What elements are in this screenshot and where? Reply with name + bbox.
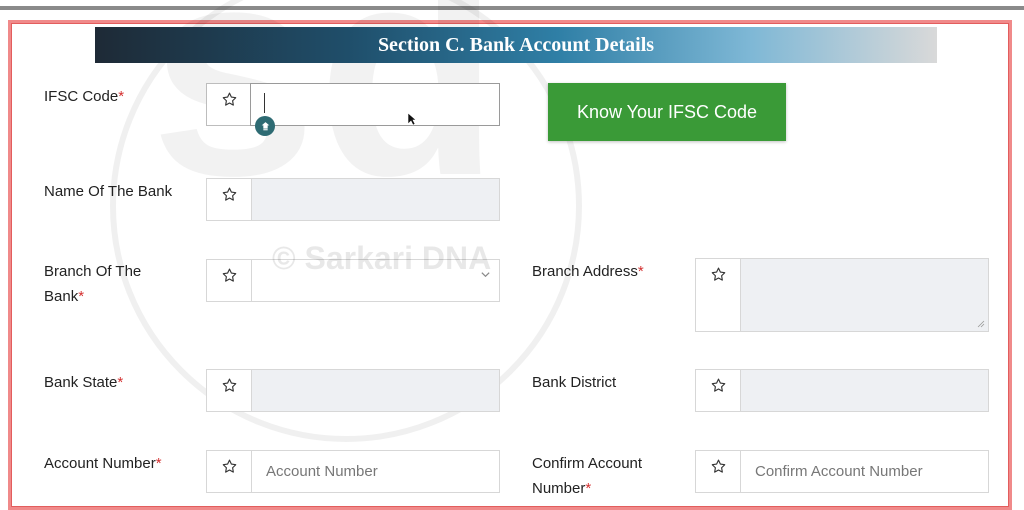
- bank-name-input[interactable]: [251, 179, 499, 220]
- account-number-field: Account Number: [206, 450, 500, 493]
- confirm-account-required-mark: *: [585, 480, 592, 497]
- star-outline-icon: [696, 451, 740, 492]
- text-caret: [264, 93, 265, 113]
- branch-field: [206, 259, 500, 302]
- top-gap: [0, 10, 1024, 20]
- account-number-input[interactable]: Account Number: [251, 451, 499, 492]
- account-number-required-mark: *: [155, 455, 162, 472]
- section-title: Section C. Bank Account Details: [377, 33, 655, 56]
- confirm-account-input[interactable]: Confirm Account Number: [740, 451, 988, 492]
- star-outline-icon: [207, 84, 251, 125]
- ifsc-required-mark: *: [118, 88, 125, 105]
- branch-label-line2: Bank: [44, 288, 79, 305]
- resize-grip-icon[interactable]: [977, 320, 985, 328]
- ifsc-label-text: IFSC Code: [44, 88, 119, 105]
- bank-state-label: Bank State*: [44, 370, 123, 395]
- branch-select[interactable]: [251, 260, 499, 301]
- ifsc-input[interactable]: [250, 83, 500, 126]
- confirm-account-label-line2: Number: [532, 480, 586, 497]
- keyboard-badge-icon[interactable]: [255, 116, 275, 136]
- account-number-label: Account Number*: [44, 451, 162, 476]
- branch-address-field: [695, 258, 989, 332]
- bank-state-required-mark: *: [117, 374, 124, 391]
- branch-address-label: Branch Address*: [532, 259, 644, 284]
- branch-address-required-mark: *: [637, 263, 644, 280]
- star-outline-icon: [207, 451, 251, 492]
- chevron-down-icon[interactable]: [480, 268, 491, 283]
- account-number-label-text: Account Number: [44, 455, 156, 472]
- bank-state-label-text: Bank State: [44, 374, 118, 391]
- bank-state-input[interactable]: [251, 370, 499, 411]
- mouse-cursor-icon: [407, 112, 417, 126]
- know-ifsc-button[interactable]: Know Your IFSC Code: [548, 83, 786, 141]
- bank-name-field: [206, 178, 500, 221]
- bank-district-input[interactable]: [740, 370, 988, 411]
- star-outline-icon: [207, 179, 251, 220]
- confirm-account-label: Confirm Account Number*: [532, 451, 642, 501]
- branch-address-textarea[interactable]: [740, 259, 988, 331]
- branch-label: Branch Of The Bank*: [44, 259, 141, 309]
- confirm-account-label-line1: Confirm Account: [532, 455, 643, 472]
- branch-label-line1: Branch Of The: [44, 263, 142, 280]
- confirm-account-field: Confirm Account Number: [695, 450, 989, 493]
- ifsc-label: IFSC Code*: [44, 84, 124, 109]
- bank-name-label: Name Of The Bank: [44, 183, 173, 200]
- star-outline-icon: [696, 259, 740, 331]
- branch-required-mark: *: [78, 288, 85, 305]
- top-divider: [0, 0, 1024, 10]
- section-header: Section C. Bank Account Details: [95, 27, 937, 63]
- branch-address-label-text: Branch Address: [532, 263, 638, 280]
- star-outline-icon: [207, 370, 251, 411]
- bank-district-label: Bank District: [532, 374, 617, 391]
- star-outline-icon: [207, 260, 251, 301]
- bank-district-field: [695, 369, 989, 412]
- star-outline-icon: [696, 370, 740, 411]
- bank-state-field: [206, 369, 500, 412]
